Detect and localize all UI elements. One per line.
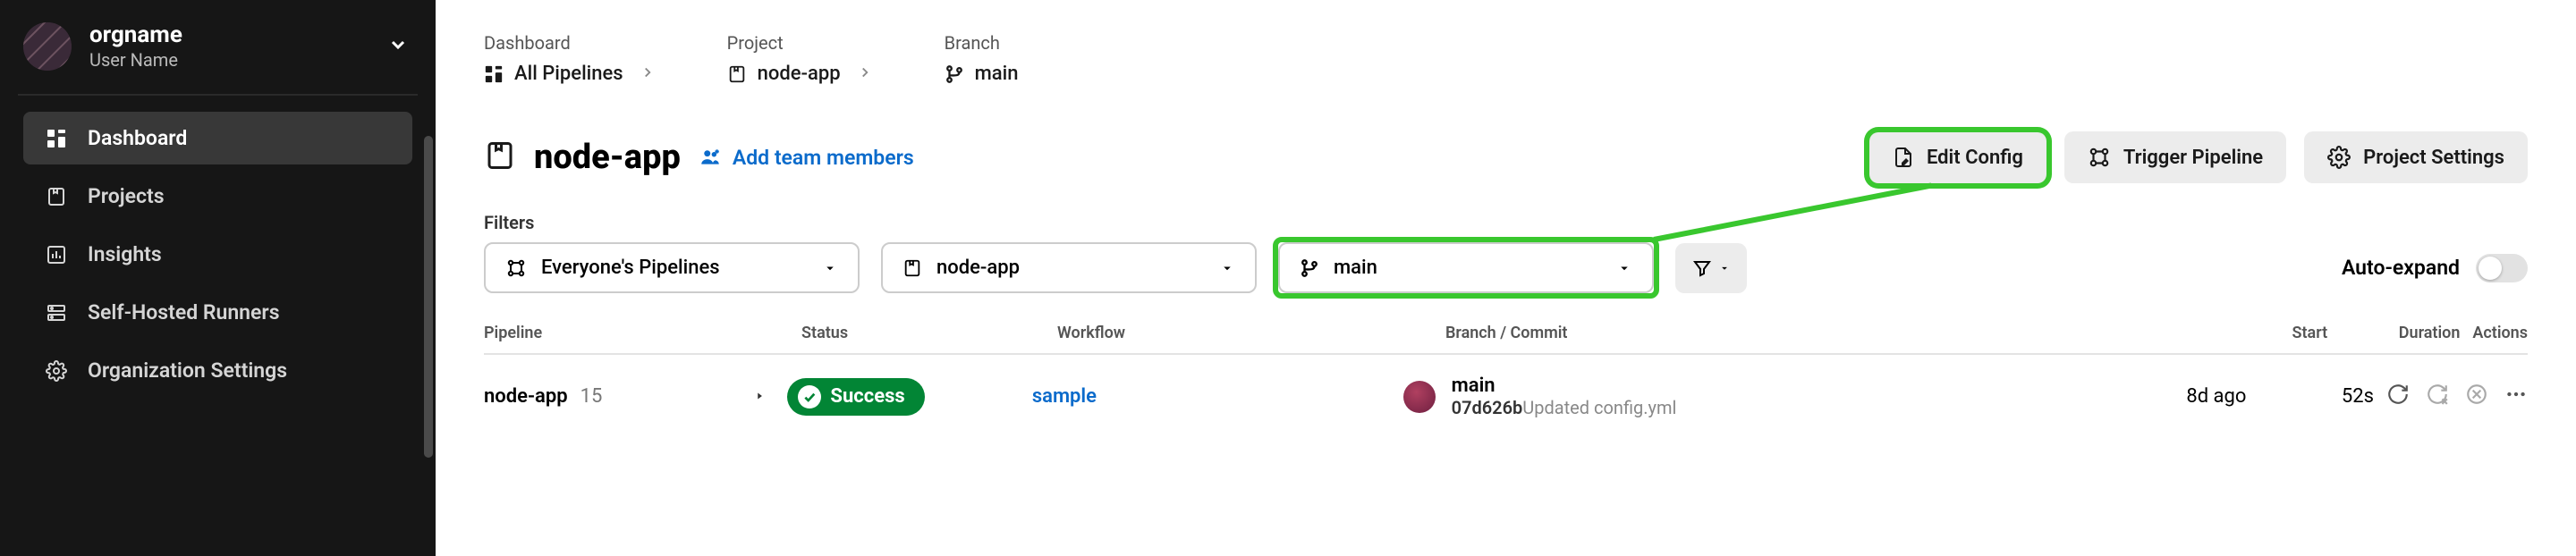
- button-label: Edit Config: [1927, 147, 2023, 169]
- project-icon: [484, 139, 516, 175]
- sidebar-item-label: Self-Hosted Runners: [88, 300, 280, 324]
- runners-icon: [45, 301, 68, 324]
- rerun-icon[interactable]: [2386, 383, 2410, 411]
- user-name: User Name: [89, 49, 369, 71]
- filter-more-button[interactable]: [1675, 243, 1747, 293]
- sidebar-item-dashboard[interactable]: Dashboard: [23, 112, 412, 164]
- breadcrumb-dashboard[interactable]: All Pipelines: [484, 63, 623, 85]
- add-team-members-link[interactable]: Add team members: [699, 146, 914, 170]
- check-icon: [798, 385, 821, 409]
- start-time: 8d ago: [2112, 385, 2265, 408]
- breadcrumb-project[interactable]: node-app: [727, 63, 841, 85]
- table-header: Pipeline Status Workflow Branch / Commit…: [484, 324, 2528, 355]
- projects-icon: [45, 185, 68, 208]
- sidebar-item-projects[interactable]: Projects: [23, 170, 412, 223]
- title-row: node-app Add team members Edit Config Tr…: [484, 131, 2528, 183]
- cancel-icon[interactable]: [2465, 383, 2488, 411]
- breadcrumb-value: All Pipelines: [514, 63, 623, 85]
- auto-expand-toggle-wrap: Auto-expand: [2342, 254, 2528, 282]
- sidebar-item-insights[interactable]: Insights: [23, 228, 412, 281]
- col-header-status: Status: [801, 324, 1057, 342]
- sidebar-item-label: Insights: [88, 242, 162, 266]
- org-switcher[interactable]: orgname User Name: [0, 16, 436, 94]
- sidebar-item-label: Organization Settings: [88, 358, 287, 383]
- caret-down-icon: [822, 260, 838, 276]
- breadcrumb-value: node-app: [758, 63, 841, 85]
- table-row[interactable]: node-app 15 Success sample: [484, 355, 2528, 438]
- trigger-pipeline-button[interactable]: Trigger Pipeline: [2064, 131, 2286, 183]
- commit-avatar: [1403, 381, 1436, 413]
- project-title: node-app: [534, 138, 681, 177]
- branch-name: main: [1452, 375, 1677, 397]
- pipeline-number: 15: [580, 385, 603, 408]
- breadcrumb-branch[interactable]: main: [945, 63, 1019, 85]
- sidebar-item-runners[interactable]: Self-Hosted Runners: [23, 286, 412, 339]
- status-text: Success: [830, 385, 904, 408]
- caret-down-icon: [1616, 260, 1632, 276]
- chevron-right-icon: [857, 63, 873, 85]
- commit-msg: Updated config.yml: [1522, 397, 1676, 418]
- workflow-link[interactable]: sample: [1032, 385, 1097, 408]
- main-content: Dashboard All Pipelines Project node-app: [436, 0, 2576, 556]
- dashboard-icon: [45, 127, 68, 150]
- org-name: orgname: [89, 21, 369, 49]
- col-header-start: Start: [2186, 324, 2345, 342]
- breadcrumb-label: Branch: [945, 32, 1019, 54]
- breadcrumb-label: Dashboard: [484, 32, 659, 54]
- divider: [18, 94, 418, 96]
- duration: 52s: [2264, 385, 2374, 408]
- filter-value: Everyone's Pipelines: [541, 257, 720, 279]
- auto-expand-label: Auto-expand: [2342, 256, 2460, 280]
- project-settings-button[interactable]: Project Settings: [2304, 131, 2528, 183]
- col-header-workflow: Workflow: [1057, 324, 1445, 342]
- gear-icon: [45, 359, 68, 383]
- commit-line: 07d626bUpdated config.yml: [1452, 397, 1677, 418]
- auto-expand-toggle[interactable]: [2476, 254, 2528, 282]
- button-label: Trigger Pipeline: [2123, 147, 2263, 169]
- org-info: orgname User Name: [89, 21, 369, 71]
- button-label: Project Settings: [2363, 147, 2504, 169]
- filters-label: Filters: [484, 212, 2528, 233]
- insights-icon: [45, 243, 68, 266]
- status-badge: Success: [787, 378, 924, 416]
- breadcrumb-label: Project: [727, 32, 877, 54]
- breadcrumb-value: main: [975, 63, 1019, 85]
- filter-branch-select[interactable]: main: [1278, 242, 1654, 293]
- sidebar-nav: Dashboard Projects Insights Self-Hosted …: [0, 112, 436, 402]
- sidebar-item-org-settings[interactable]: Organization Settings: [23, 344, 412, 397]
- chevron-right-icon: [640, 63, 656, 85]
- sidebar: orgname User Name Dashboard Projects Ins…: [0, 0, 436, 556]
- commit-hash: 07d626b: [1452, 397, 1523, 418]
- filter-pipelines-select[interactable]: Everyone's Pipelines: [484, 242, 860, 293]
- col-header-pipeline: Pipeline: [484, 324, 801, 342]
- breadcrumbs: Dashboard All Pipelines Project node-app: [484, 32, 2528, 85]
- filter-value: node-app: [936, 257, 1020, 279]
- col-header-branch: Branch / Commit: [1445, 324, 2186, 342]
- col-header-actions: Actions: [2460, 324, 2528, 342]
- pipelines-table: Pipeline Status Workflow Branch / Commit…: [484, 324, 2528, 438]
- filter-project-select[interactable]: node-app: [881, 242, 1257, 293]
- filter-icon: [1691, 257, 1713, 279]
- org-avatar: [23, 22, 72, 71]
- edit-config-button[interactable]: Edit Config: [1869, 132, 2046, 183]
- caret-down-icon: [1718, 262, 1731, 274]
- more-icon[interactable]: [2504, 383, 2528, 411]
- pipeline-name: node-app: [484, 385, 568, 408]
- caret-down-icon: [1219, 260, 1235, 276]
- sidebar-item-label: Dashboard: [88, 126, 187, 150]
- filters-row: Everyone's Pipelines node-app main: [484, 242, 2528, 293]
- rerun-failed-icon[interactable]: [2426, 383, 2449, 411]
- filter-value: main: [1334, 257, 1377, 279]
- add-team-label: Add team members: [733, 146, 914, 170]
- sidebar-item-label: Projects: [88, 184, 165, 208]
- col-header-duration: Duration: [2345, 324, 2460, 342]
- expand-caret-icon[interactable]: [753, 385, 766, 408]
- row-actions: [2374, 383, 2528, 411]
- chevron-down-icon: [387, 34, 409, 59]
